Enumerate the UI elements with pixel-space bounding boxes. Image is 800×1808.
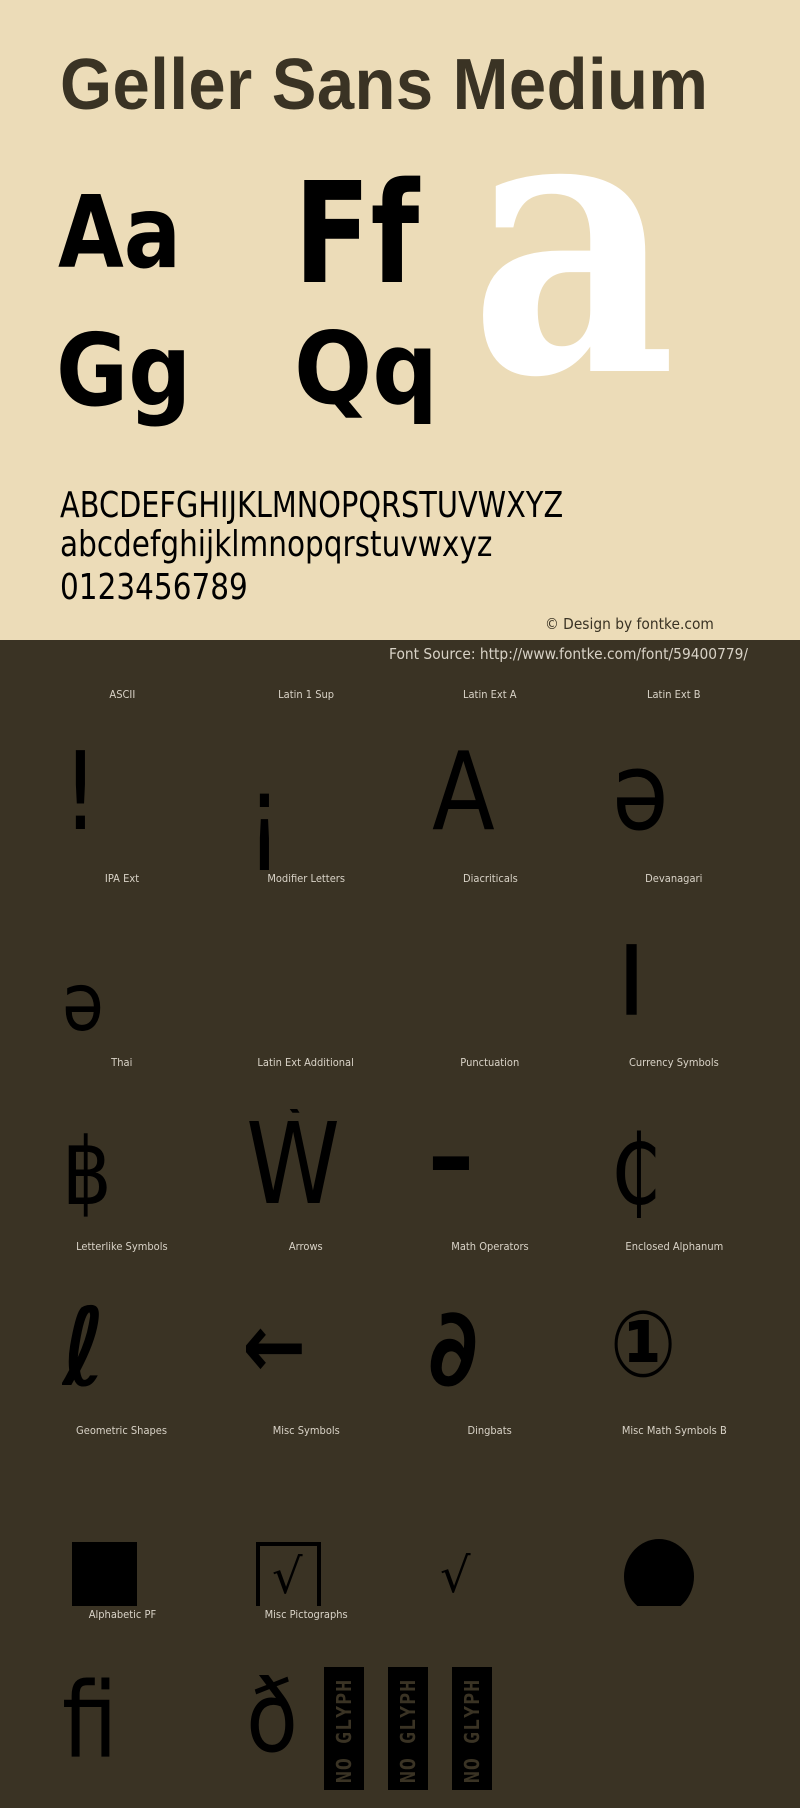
no-glyph-placeholder: NO GLYPH <box>452 1667 492 1790</box>
block-label: Punctuation <box>460 1056 520 1069</box>
sample-pair-aa: Aa <box>58 174 182 291</box>
design-credit: © Design by fontke.com <box>545 615 714 633</box>
block-ipa-ext: IPA Ext ə <box>30 870 214 1054</box>
block-label: Latin Ext Additional <box>257 1056 355 1069</box>
block-label: Alphabetic PF <box>88 1608 156 1621</box>
block-label: Latin Ext B <box>647 688 701 701</box>
check-mark-icon: √ <box>272 1549 303 1605</box>
checked-box-icon: √ <box>256 1542 321 1606</box>
black-circle-icon <box>624 1539 694 1606</box>
sample-pair-ff: Ff <box>294 153 420 316</box>
block-label: Misc Pictographs <box>264 1608 348 1621</box>
block-label: Devanagari <box>645 872 703 885</box>
block-arrows: Arrows ← <box>214 1238 398 1422</box>
block-latin-ext-a: Latin Ext A Ā <box>398 686 582 870</box>
font-preview-header: Geller Sans Medium Aa Ff Gg Qq a ABCDEFG… <box>0 0 800 640</box>
block-devanagari: Devanagari । <box>582 870 766 1054</box>
block-glyph: ! <box>62 741 99 855</box>
block-latin-1-sup: Latin 1 Sup ¡ <box>214 686 398 870</box>
block-glyph: Ẁ <box>246 1109 341 1230</box>
block-glyph: ə <box>62 956 104 1049</box>
block-glyph: ₵ <box>614 1115 662 1227</box>
check-mark-icon: √ <box>440 1548 471 1604</box>
block-glyph: ← <box>246 1294 307 1399</box>
block-glyph: ˆ <box>246 925 292 1015</box>
block-glyph: Ā <box>432 741 495 855</box>
block-glyph: ð <box>246 1661 299 1775</box>
block-label: Latin 1 Sup <box>278 688 334 701</box>
block-label: Math Operators <box>451 1240 529 1253</box>
block-glyph: ¡ <box>246 754 283 870</box>
block-label: Latin Ext A <box>463 688 517 701</box>
block-label: Dingbats <box>467 1424 513 1437</box>
block-label: Letterlike Symbols <box>76 1240 168 1253</box>
block-glyph: । <box>614 925 645 1047</box>
block-thai: Thai ฿ <box>30 1054 214 1238</box>
digits-sample: 0123456789 <box>60 567 248 608</box>
uppercase-alphabet: ABCDEFGHIJKLMNOPQRSTUVWXYZ <box>60 485 564 526</box>
block-label: IPA Ext <box>104 872 140 885</box>
block-glyph: ə <box>614 741 669 855</box>
block-dingbats: Dingbats √ <box>398 1422 582 1606</box>
block-glyph: ` <box>430 925 476 1013</box>
block-diacriticals: Diacriticals ` <box>398 870 582 1054</box>
block-label: Arrows <box>289 1240 323 1253</box>
block-label: Geometric Shapes <box>76 1424 168 1437</box>
block-ascii: ASCII ! <box>30 686 214 870</box>
sample-pair-qq: Qq <box>294 310 439 427</box>
block-alphabetic-pf: Alphabetic PF fi <box>30 1606 214 1790</box>
block-label: Misc Math Symbols B <box>621 1424 727 1437</box>
block-label: ASCII <box>109 688 135 701</box>
block-geometric-shapes: Geometric Shapes <box>30 1422 214 1606</box>
block-currency-symbols: Currency Symbols ₵ <box>582 1054 766 1238</box>
block-latin-ext-additional: Latin Ext Additional Ẁ <box>214 1054 398 1238</box>
block-label: Enclosed Alphanum <box>625 1240 723 1253</box>
block-label: Thai <box>111 1056 133 1069</box>
block-label: Misc Symbols <box>272 1424 340 1437</box>
block-glyph: – <box>430 1109 474 1219</box>
sample-pair-gg: Gg <box>56 312 192 429</box>
block-glyph: ฿ <box>62 1119 112 1226</box>
font-source-link[interactable]: Font Source: http://www.fontke.com/font/… <box>389 644 748 664</box>
block-misc-pictographs: Misc Pictographs ð NO GLYPH NO GLYPH NO … <box>214 1606 534 1790</box>
block-latin-ext-b: Latin Ext B ə <box>582 686 766 870</box>
block-math-operators: Math Operators ∂ <box>398 1238 582 1422</box>
block-letterlike-symbols: Letterlike Symbols ℓ <box>30 1238 214 1422</box>
big-sample-glyph: a <box>470 25 677 459</box>
block-glyph: fi <box>62 1661 118 1782</box>
block-glyph: ℓ <box>62 1293 106 1411</box>
black-square-icon <box>72 1542 137 1606</box>
block-misc-symbols: Misc Symbols √ <box>214 1422 398 1606</box>
block-label: Diacriticals <box>462 872 518 885</box>
block-modifier-letters: Modifier Letters ˆ <box>214 870 398 1054</box>
block-enclosed-alphanum: Enclosed Alphanum ① <box>582 1238 766 1422</box>
lowercase-alphabet: abcdefghijklmnopqrstuvwxyz <box>60 524 493 565</box>
block-glyph: ① <box>614 1293 677 1398</box>
block-glyph: ∂ <box>430 1293 478 1411</box>
block-label: Modifier Letters <box>267 872 345 885</box>
no-glyph-placeholder: NO GLYPH <box>324 1667 364 1790</box>
block-label: Currency Symbols <box>629 1056 719 1069</box>
block-punctuation: Punctuation – <box>398 1054 582 1238</box>
no-glyph-placeholder: NO GLYPH <box>388 1667 428 1790</box>
block-misc-math-symbols-b: Misc Math Symbols B <box>582 1422 766 1606</box>
